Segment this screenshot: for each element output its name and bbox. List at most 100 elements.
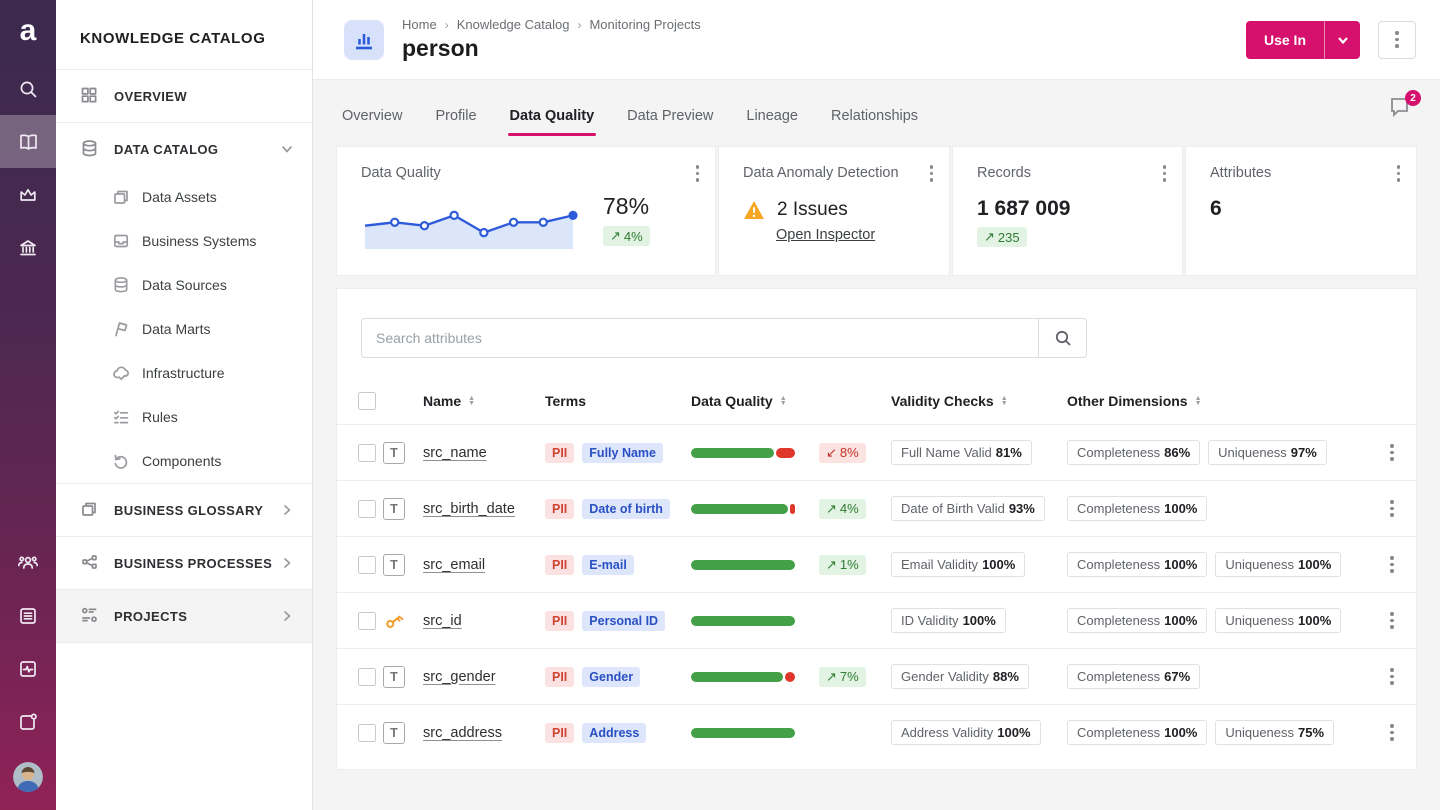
column-header-name[interactable]: Name▲▼ — [423, 393, 545, 409]
row-menu-button[interactable] — [1368, 724, 1416, 741]
attribute-name-link[interactable]: src_email — [423, 557, 485, 573]
card-menu-button[interactable] — [696, 165, 700, 182]
pulse-icon[interactable] — [0, 642, 56, 695]
row-checkbox[interactable] — [358, 724, 376, 742]
chevron-down-icon — [280, 142, 294, 156]
search-input[interactable] — [362, 319, 1038, 357]
term-badge[interactable]: Personal ID — [582, 611, 665, 631]
row-menu-button[interactable] — [1368, 612, 1416, 629]
row-checkbox[interactable] — [358, 444, 376, 462]
book-icon[interactable] — [0, 115, 56, 168]
term-badge[interactable]: Gender — [582, 667, 640, 687]
row-checkbox[interactable] — [358, 612, 376, 630]
card-menu-button[interactable] — [930, 165, 934, 182]
row-checkbox[interactable] — [358, 556, 376, 574]
dq-trend-badge: ↗ 1% — [819, 555, 866, 575]
kebab-icon — [1390, 668, 1394, 685]
card-title: Attributes — [1210, 165, 1396, 181]
column-header-validity-checks[interactable]: Validity Checks ▲▼ — [891, 393, 1067, 409]
row-checkbox[interactable] — [358, 500, 376, 518]
term-badge[interactable]: Address — [582, 723, 646, 743]
undo-icon — [112, 452, 130, 470]
notifications-button[interactable]: 2 — [1388, 96, 1414, 122]
window-icon[interactable] — [0, 695, 56, 748]
sidebar-subitem-components[interactable]: Components — [56, 439, 312, 483]
sidebar-subitem-business-systems[interactable]: Business Systems — [56, 219, 312, 263]
column-header-other-dimensions[interactable]: Other Dimensions▲▼ — [1067, 393, 1368, 409]
tab-overview[interactable]: Overview — [340, 100, 404, 132]
sort-icon[interactable]: ▲▼ — [1195, 396, 1202, 406]
tab-data-quality[interactable]: Data Quality — [508, 100, 597, 132]
bank-icon[interactable] — [0, 221, 56, 274]
sidebar-subitem-data-marts[interactable]: Data Marts — [56, 307, 312, 351]
kebab-icon — [1390, 444, 1394, 461]
row-menu-button[interactable] — [1368, 444, 1416, 461]
people-icon[interactable] — [0, 536, 56, 589]
stack-icon — [112, 276, 130, 294]
sidebar-subitem-rules[interactable]: Rules — [56, 395, 312, 439]
select-all-checkbox[interactable] — [358, 392, 376, 410]
tab-data-preview[interactable]: Data Preview — [625, 100, 715, 132]
attribute-name-link[interactable]: src_id — [423, 613, 462, 629]
trend-up-icon: ↗ — [826, 501, 837, 517]
dimension-chip: Completeness100% — [1067, 608, 1207, 633]
sort-icon[interactable]: ▲▼ — [468, 396, 475, 406]
card-menu-button[interactable] — [1397, 165, 1401, 182]
sidebar-subitem-data-sources[interactable]: Data Sources — [56, 263, 312, 307]
term-badge[interactable]: Date of birth — [582, 499, 670, 519]
search-icon[interactable] — [0, 62, 56, 115]
card-menu-button[interactable] — [1163, 165, 1167, 182]
sidebar-subitem-label: Data Sources — [142, 277, 227, 293]
dq-value: 78% — [603, 193, 650, 219]
sidebar-item-projects[interactable]: PROJECTS — [56, 590, 312, 642]
row-menu-button[interactable] — [1368, 500, 1416, 517]
pages-icon — [112, 188, 130, 206]
tab-profile[interactable]: Profile — [433, 100, 478, 132]
breadcrumb-item[interactable]: Knowledge Catalog — [457, 17, 570, 32]
table-header: Name▲▼TermsData Quality▲▼ Validity Checks… — [337, 378, 1416, 424]
sort-icon[interactable]: ▲▼ — [1001, 396, 1008, 406]
row-menu-button[interactable] — [1368, 556, 1416, 573]
sidebar-subitem-data-assets[interactable]: Data Assets — [56, 175, 312, 219]
row-menu-button[interactable] — [1368, 668, 1416, 685]
sidebar-item-overview[interactable]: OVERVIEW — [56, 70, 312, 122]
user-avatar[interactable] — [13, 762, 43, 792]
warning-icon — [743, 200, 765, 220]
open-inspector-link[interactable]: Open Inspector — [776, 227, 875, 243]
attribute-name-link[interactable]: src_birth_date — [423, 501, 515, 517]
kebab-icon — [1390, 612, 1394, 629]
column-header-data-quality[interactable]: Data Quality▲▼ — [691, 393, 819, 409]
attribute-name-link[interactable]: src_name — [423, 445, 487, 461]
table-row-src_id: src_idPIIPersonal IDID Validity100%Compl… — [337, 592, 1416, 648]
use-in-dropdown-button[interactable] — [1324, 21, 1360, 59]
brand-logo[interactable]: a — [0, 0, 56, 62]
tab-lineage[interactable]: Lineage — [744, 100, 800, 132]
divider — [56, 642, 312, 643]
card-title: Records — [977, 165, 1162, 181]
breadcrumb-item[interactable]: Monitoring Projects — [589, 17, 700, 32]
sidebar-subitem-infrastructure[interactable]: Infrastructure — [56, 351, 312, 395]
sidebar-item-business-glossary[interactable]: BUSINESS GLOSSARY — [56, 484, 312, 536]
breadcrumb-item[interactable]: Home — [402, 17, 437, 32]
search-button[interactable] — [1038, 319, 1086, 357]
use-in-button[interactable]: Use In — [1246, 21, 1324, 59]
list-icon[interactable] — [0, 589, 56, 642]
sort-icon[interactable]: ▲▼ — [780, 396, 787, 406]
dq-trend-badge: ↗ 7% — [819, 667, 866, 687]
sidebar-item-business-processes[interactable]: BUSINESS PROCESSES — [56, 537, 312, 589]
attribute-name-link[interactable]: src_address — [423, 725, 502, 741]
attribute-name-link[interactable]: src_gender — [423, 669, 496, 685]
term-badge[interactable]: E-mail — [582, 555, 634, 575]
column-label: Validity Checks — [891, 393, 994, 409]
row-checkbox[interactable] — [358, 668, 376, 686]
term-badge[interactable]: Fully Name — [582, 443, 663, 463]
sidebar-item-data-catalog[interactable]: DATA CATALOG — [56, 123, 312, 175]
crown-icon[interactable] — [0, 168, 56, 221]
tab-relationships[interactable]: Relationships — [829, 100, 920, 132]
header-more-actions-button[interactable] — [1378, 21, 1416, 59]
rail-bottom-icons — [0, 536, 56, 748]
data-quality-bar — [691, 504, 795, 514]
column-header-terms: Terms — [545, 393, 691, 409]
data-quality-bar — [691, 616, 795, 626]
chevron-right-icon — [280, 503, 294, 517]
